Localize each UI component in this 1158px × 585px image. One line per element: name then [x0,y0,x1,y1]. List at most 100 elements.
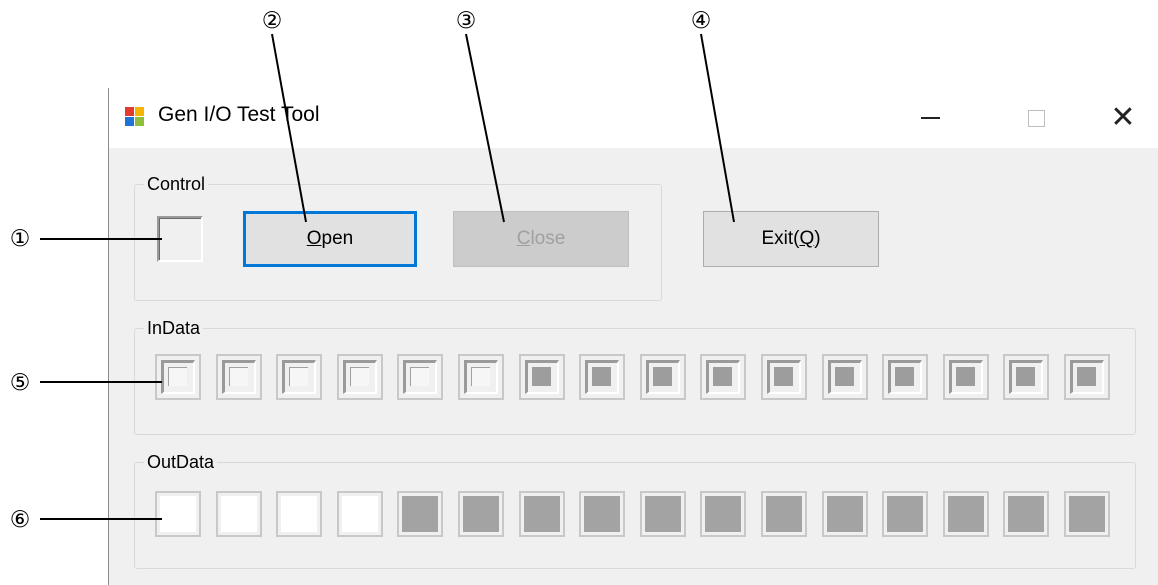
callout-4: ④ [690,8,712,34]
outdata-bit-lamp [948,496,984,532]
title-bar[interactable]: Gen I/O Test Tool ✕ [109,88,1158,148]
indata-bit-frame [828,360,862,394]
indata-bit-9 [700,354,746,400]
indata-bit-8 [640,354,686,400]
outdata-group-label: OutData [144,452,218,472]
window-title: Gen I/O Test Tool [158,103,320,126]
indata-bit-frame [949,360,983,394]
connection-status-indicator [157,216,203,262]
minimize-icon [920,117,940,119]
close-icon: ✕ [1110,100,1136,135]
indata-bit-lamp [713,367,732,386]
open-mnemonic: O [306,228,322,249]
indata-bit-frame [161,360,195,394]
indata-bit-15 [1064,354,1110,400]
outdata-bit-lamp [1069,496,1105,532]
indata-bit-lamp [471,367,490,386]
indata-bit-10 [761,354,807,400]
open-button[interactable]: Open [243,211,417,267]
app-icon [125,107,145,127]
indata-bit-frame [1009,360,1043,394]
outdata-bit-5[interactable] [458,491,504,537]
indata-bit-frame [767,360,801,394]
outdata-bit-12[interactable] [882,491,928,537]
exit-button[interactable]: Exit(Q) [703,211,879,267]
outdata-bit-7[interactable] [579,491,625,537]
outdata-bit-lamp [584,496,620,532]
open-label: Open [307,228,353,250]
close-mnemonic: C [516,228,531,249]
indata-bit-7 [579,354,625,400]
outdata-bit-14[interactable] [1003,491,1049,537]
indata-bit-0 [155,354,201,400]
indata-bit-frame [403,360,437,394]
indata-bit-5 [458,354,504,400]
indata-bit-6 [519,354,565,400]
indata-bit-frame [888,360,922,394]
outdata-bit-0[interactable] [155,491,201,537]
close-window-button[interactable]: ✕ [1092,88,1154,148]
indata-bit-lamp [289,367,308,386]
exit-suffix: ) [814,228,821,249]
indata-bit-lamp [774,367,793,386]
outdata-bit-lamp [705,496,741,532]
indata-bit-13 [943,354,989,400]
indata-bit-lamp [895,367,914,386]
maximize-button[interactable] [1005,88,1067,148]
exit-mnemonic: Q [799,228,815,249]
indata-bit-lamp [1016,367,1035,386]
outdata-bit-lamp [342,496,378,532]
exit-label: Exit(Q) [761,228,820,250]
outdata-bit-3[interactable] [337,491,383,537]
indata-bit-frame [222,360,256,394]
indata-bit-frame [343,360,377,394]
indata-bit-frame [646,360,680,394]
outdata-bits [155,491,1110,537]
outdata-bit-lamp [827,496,863,532]
indata-bit-11 [822,354,868,400]
indata-bit-lamp [956,367,975,386]
outdata-bit-13[interactable] [943,491,989,537]
indata-bit-1 [216,354,262,400]
indata-bit-lamp [1077,367,1096,386]
indata-bit-lamp [350,367,369,386]
outdata-bit-8[interactable] [640,491,686,537]
indata-bit-frame [706,360,740,394]
outdata-bit-10[interactable] [761,491,807,537]
indata-bit-frame [1070,360,1104,394]
indata-bit-lamp [653,367,672,386]
outdata-bit-lamp [463,496,499,532]
outdata-bit-1[interactable] [216,491,262,537]
callout-1: ① [9,226,31,252]
minimize-button[interactable] [899,88,961,148]
indata-bit-lamp [835,367,854,386]
maximize-icon [1027,109,1045,127]
outdata-bit-9[interactable] [700,491,746,537]
outdata-bit-lamp [887,496,923,532]
outdata-bit-lamp [645,496,681,532]
close-label-rest: lose [530,228,566,249]
control-group-label: Control [144,174,209,194]
outdata-bit-2[interactable] [276,491,322,537]
indata-bit-lamp [229,367,248,386]
outdata-bit-lamp [281,496,317,532]
indata-bit-14 [1003,354,1049,400]
indata-bit-frame [282,360,316,394]
indata-bit-lamp [592,367,611,386]
outdata-bit-6[interactable] [519,491,565,537]
indata-bit-2 [276,354,322,400]
indata-bit-frame [464,360,498,394]
outdata-bit-4[interactable] [397,491,443,537]
outdata-bit-lamp [766,496,802,532]
indata-bit-frame [525,360,559,394]
outdata-bit-lamp [402,496,438,532]
outdata-bit-lamp [1008,496,1044,532]
close-button[interactable]: Close [453,211,629,267]
indata-bit-frame [585,360,619,394]
callout-3: ③ [455,8,477,34]
outdata-bit-15[interactable] [1064,491,1110,537]
outdata-bit-11[interactable] [822,491,868,537]
open-label-rest: pen [321,228,354,249]
callout-6: ⑥ [9,507,31,533]
outdata-bit-lamp [221,496,257,532]
